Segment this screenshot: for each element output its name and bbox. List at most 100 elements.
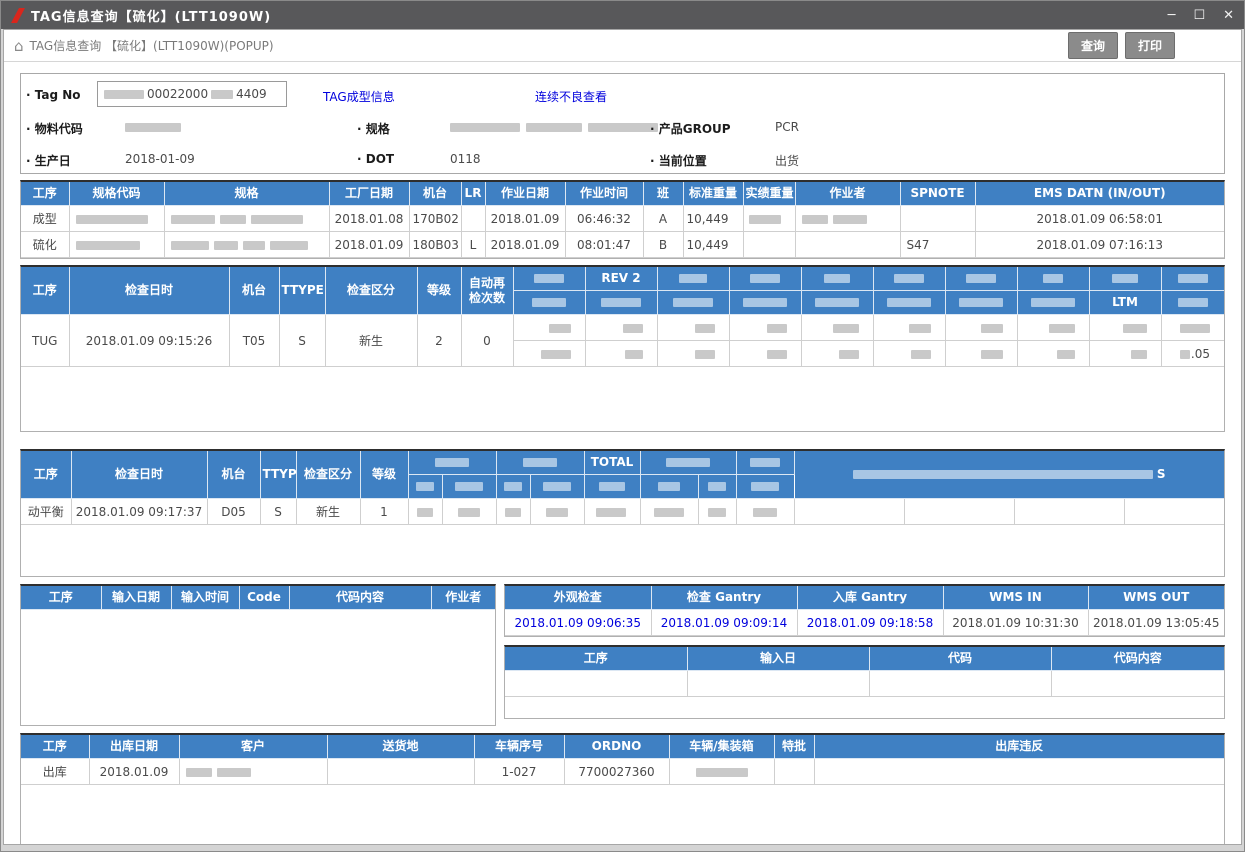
cell-measure-redacted (729, 315, 801, 341)
redacted-text (76, 215, 148, 224)
cell-ttype: S (279, 315, 325, 367)
cell-spnote (900, 206, 975, 232)
col-header-redacted-wide: S (794, 451, 1224, 499)
code-table-2-header-row: 工序 输入日 代码 代码内容 (505, 647, 1224, 671)
cell-measure-redacted (530, 499, 584, 525)
redacted-text (526, 123, 582, 132)
redacted-text (853, 470, 1153, 479)
cell-measure-redacted (945, 341, 1017, 367)
window-title: TAG信息查询【硫化】(LTT1090W) (31, 6, 271, 25)
redacted-text (767, 324, 787, 333)
tag-no-part1: 00022000 (147, 87, 208, 101)
outbound-header-row: 工序 出库日期 客户 送货地 车辆序号 ORDNO 车辆/集装箱 特批 出库违反 (21, 735, 1224, 759)
cell-empty (904, 499, 1014, 525)
redacted-text (543, 482, 571, 491)
redacted-text (673, 298, 713, 307)
cell-grade: 2 (417, 315, 461, 367)
redacted-text (220, 215, 246, 224)
redacted-text (767, 350, 787, 359)
cell-measure-redacted (736, 499, 794, 525)
col-header-redacted (945, 291, 1017, 315)
redacted-text (534, 274, 564, 283)
cell-delivery-place (327, 759, 474, 785)
tag-no-input[interactable]: 000220004409 (97, 81, 287, 107)
col-header: 机台 (229, 267, 279, 315)
code-table-2: 工序 输入日 代码 代码内容 (504, 645, 1225, 719)
cell-measure-redacted (873, 315, 945, 341)
cell-customer (179, 759, 327, 785)
cell-process: 成型 (21, 206, 69, 232)
col-header: 机台 (207, 451, 260, 499)
continuous-defect-link[interactable]: 连续不良查看 (535, 88, 607, 105)
col-header: 规格代码 (69, 182, 164, 206)
redacted-text (1031, 298, 1075, 307)
col-header-redacted (1089, 267, 1161, 291)
redacted-text (599, 482, 625, 491)
col-header: REV 2 (585, 267, 657, 291)
redacted-text (186, 768, 212, 777)
close-icon[interactable]: ✕ (1223, 9, 1234, 22)
query-button[interactable]: 查询 (1068, 32, 1118, 59)
redacted-text (455, 482, 483, 491)
cell-operator (795, 232, 900, 258)
col-header: 出库违反 (814, 735, 1224, 759)
redacted-text (458, 508, 480, 517)
cell-empty (1051, 671, 1224, 697)
redacted-text (125, 123, 181, 132)
redacted-text (981, 324, 1003, 333)
cell-measure-redacted (698, 499, 736, 525)
cell-lr: L (461, 232, 485, 258)
tug-header-row-1: 工序 检查日时 机台 TTYPE 检查区分 等级 自动再检次数 REV 2 (21, 267, 1224, 291)
cell-measure-redacted (945, 315, 1017, 341)
cell-wms-in-time: 2018.01.09 10:31:30 (943, 610, 1088, 636)
redacted-text (596, 508, 626, 517)
cell-spnote: S47 (900, 232, 975, 258)
cell-measure-redacted (585, 315, 657, 341)
home-icon[interactable]: ⌂ (14, 37, 24, 55)
col-header: 工厂日期 (329, 182, 409, 206)
col-header: 检查 Gantry (651, 586, 797, 610)
col-header-redacted (1161, 291, 1224, 315)
col-header: 等级 (360, 451, 408, 499)
toolbar-buttons: 查询 打印 (1061, 32, 1175, 59)
col-header: ORDNO (564, 735, 669, 759)
minimize-icon[interactable]: ─ (1168, 9, 1176, 22)
col-header: 检查日时 (69, 267, 229, 315)
col-header-redacted (496, 475, 530, 499)
redacted-text (1112, 274, 1138, 283)
material-code-value (125, 120, 181, 134)
cell-ems-datetime: 2018.01.09 07:16:13 (975, 232, 1224, 258)
cell-measure-redacted (584, 499, 640, 525)
redacted-text (1180, 350, 1190, 359)
cell-process: 硫化 (21, 232, 69, 258)
col-header: 班 (643, 182, 683, 206)
cell-process: TUG (21, 315, 69, 367)
cell-wms-out-time: 2018.01.09 13:05:45 (1088, 610, 1224, 636)
col-header: 车辆/集装箱 (669, 735, 774, 759)
cell-factory-date: 2018.01.09 (329, 232, 409, 258)
col-header-redacted (657, 267, 729, 291)
redacted-text (417, 508, 433, 517)
col-header: WMS IN (943, 586, 1088, 610)
redacted-text (211, 90, 233, 99)
redacted-text (171, 215, 215, 224)
tag-molding-info-link[interactable]: TAG成型信息 (323, 88, 395, 105)
redacted-text (695, 324, 715, 333)
col-header: 工序 (21, 451, 71, 499)
cell-measure-redacted (873, 341, 945, 367)
cell-actual-weight (743, 206, 795, 232)
col-header: 等级 (417, 267, 461, 315)
redacted-text (1178, 274, 1208, 283)
product-group-value: PCR (775, 120, 799, 134)
col-header-redacted (584, 475, 640, 499)
col-header: 规格 (164, 182, 329, 206)
tug-inspection-table: 工序 检查日时 机台 TTYPE 检查区分 等级 自动再检次数 REV 2 (20, 265, 1225, 432)
maximize-icon[interactable]: ☐ (1193, 9, 1205, 22)
outbound-table: 工序 出库日期 客户 送货地 车辆序号 ORDNO 车辆/集装箱 特批 出库违反… (20, 733, 1225, 845)
breadcrumb: TAG信息查询 【硫化】(LTT1090W)(POPUP) (30, 37, 274, 54)
col-header-redacted (657, 291, 729, 315)
process-table-header-row: 工序 规格代码 规格 工厂日期 机台 LR 作业日期 作业时间 班 标准重量 实… (21, 182, 1224, 206)
print-button[interactable]: 打印 (1125, 32, 1175, 59)
cell-measure-partial: .05 (1161, 341, 1224, 367)
cell-measure-redacted (640, 499, 698, 525)
